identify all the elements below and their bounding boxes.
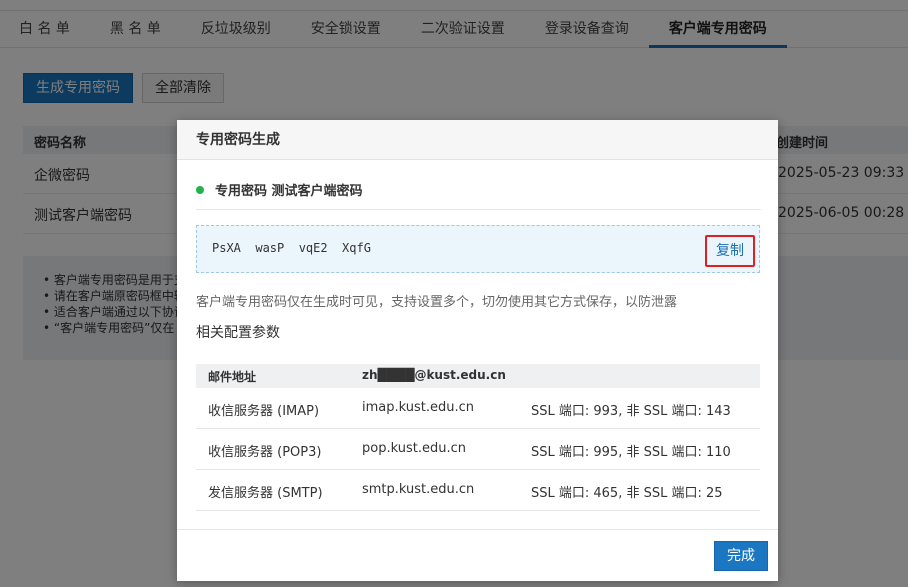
server-host: smtp.kust.edu.cn xyxy=(362,482,475,497)
config-section-title: 相关配置参数 xyxy=(196,325,280,341)
config-row: 收信服务器 (POP3) pop.kust.edu.cn SSL 端口: 995… xyxy=(196,429,760,470)
server-ports: SSL 端口: 995, 非 SSL 端口: 110 xyxy=(531,445,731,460)
dialog-title: 专用密码生成 xyxy=(177,120,778,160)
server-ports: SSL 端口: 993, 非 SSL 端口: 143 xyxy=(531,404,731,419)
password-tip: 客户端专用密码仅在生成时可见，支持设置多个，切勿使用其它方式保存，以防泄露 xyxy=(196,295,678,310)
server-name: 收信服务器 (IMAP) xyxy=(208,404,320,419)
config-row: 发信服务器 (SMTP) smtp.kust.edu.cn SSL 端口: 46… xyxy=(196,470,760,511)
server-host: pop.kust.edu.cn xyxy=(362,441,466,456)
email-address-value: zh████@kust.edu.cn xyxy=(362,368,506,382)
config-row: 收信服务器 (IMAP) imap.kust.edu.cn SSL 端口: 99… xyxy=(196,388,760,429)
subtitle-text: 专用密码 测试客户端密码 xyxy=(215,184,363,199)
generated-password[interactable]: PsXA wasP vqE2 XqfG xyxy=(212,241,371,255)
password-box: PsXA wasP vqE2 XqfG 复制 xyxy=(196,225,760,273)
dialog-subtitle: 专用密码 测试客户端密码 xyxy=(196,180,761,210)
status-dot-icon xyxy=(196,186,204,194)
server-name: 发信服务器 (SMTP) xyxy=(208,486,323,501)
password-generate-dialog: 专用密码生成 专用密码 测试客户端密码 PsXA wasP vqE2 XqfG … xyxy=(177,120,778,581)
config-table-header: 邮件地址 zh████@kust.edu.cn xyxy=(196,364,760,388)
email-address-label: 邮件地址 xyxy=(208,370,257,384)
server-host: imap.kust.edu.cn xyxy=(362,400,475,415)
copy-button[interactable]: 复制 xyxy=(705,235,755,267)
server-ports: SSL 端口: 465, 非 SSL 端口: 25 xyxy=(531,486,723,501)
server-name: 收信服务器 (POP3) xyxy=(208,445,322,460)
dialog-footer: 完成 xyxy=(177,529,778,581)
done-button[interactable]: 完成 xyxy=(714,541,768,571)
